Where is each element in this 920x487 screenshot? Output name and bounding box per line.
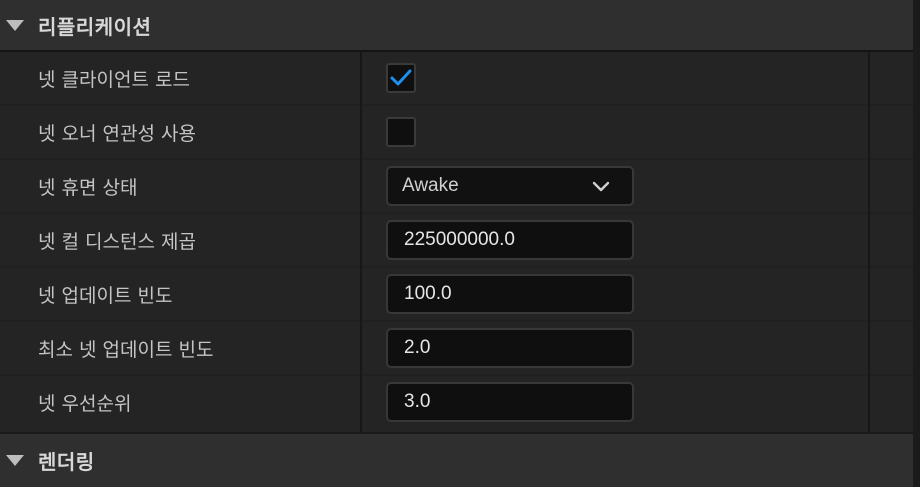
- property-value: [362, 106, 868, 158]
- property-row-net-load-on-client: 넷 클라이언트 로드: [0, 52, 913, 106]
- net-update-frequency-input[interactable]: 100.0: [386, 274, 634, 314]
- column-divider[interactable]: [360, 52, 362, 432]
- property-label: 넷 업데이트 빈도: [38, 284, 173, 307]
- property-label: 넷 오너 연관성 사용: [38, 122, 196, 145]
- property-row-net-use-owner-relevancy: 넷 오너 연관성 사용: [0, 106, 913, 160]
- section-header-rendering[interactable]: 렌더링: [0, 434, 913, 487]
- property-value: 225000000.0: [362, 214, 868, 266]
- property-label: 넷 클라이언트 로드: [38, 68, 190, 91]
- reset-cell: [870, 268, 913, 320]
- net-priority-input[interactable]: 3.0: [386, 382, 634, 422]
- section-header-replication[interactable]: 리플리케이션: [0, 0, 913, 52]
- section-title: 렌더링: [38, 450, 95, 474]
- details-panel: 리플리케이션 넷 클라이언트 로드 넷 오너 연관성 사용 넷 휴면 상태 Aw…: [0, 0, 920, 487]
- scrollbar-track[interactable]: [913, 0, 920, 487]
- expand-arrow-icon[interactable]: [6, 19, 24, 31]
- property-row-min-net-update-frequency: 최소 넷 업데이트 빈도 2.0: [0, 322, 913, 376]
- property-row-net-priority: 넷 우선순위 3.0: [0, 376, 913, 432]
- reset-cell: [870, 52, 913, 104]
- property-label: 넷 컬 디스턴스 제곱: [38, 230, 196, 253]
- section-title: 리플리케이션: [38, 14, 152, 39]
- chevron-down-icon: [592, 181, 610, 191]
- reset-cell: [870, 214, 913, 266]
- property-row-net-cull-distance-squared: 넷 컬 디스턴스 제곱 225000000.0: [0, 214, 913, 268]
- net-dormancy-dropdown[interactable]: Awake: [386, 166, 634, 206]
- reset-cell: [870, 106, 913, 158]
- property-value: [362, 52, 868, 104]
- property-value: 100.0: [362, 268, 868, 320]
- property-row-net-update-frequency: 넷 업데이트 빈도 100.0: [0, 268, 913, 322]
- property-value: 3.0: [362, 376, 868, 428]
- checkmark-icon: [390, 69, 412, 86]
- property-row-net-dormancy: 넷 휴면 상태 Awake: [0, 160, 913, 214]
- net-use-owner-relevancy-checkbox[interactable]: [386, 117, 416, 147]
- expand-arrow-icon[interactable]: [6, 455, 24, 466]
- property-label: 최소 넷 업데이트 빈도: [38, 338, 214, 361]
- net-cull-distance-squared-input[interactable]: 225000000.0: [386, 220, 634, 260]
- reset-cell: [870, 160, 913, 212]
- reset-cell: [870, 322, 913, 374]
- net-load-on-client-checkbox[interactable]: [386, 63, 416, 93]
- property-value: Awake: [362, 160, 868, 212]
- property-label: 넷 휴면 상태: [38, 176, 138, 199]
- column-divider: [868, 52, 870, 432]
- replication-properties: 넷 클라이언트 로드 넷 오너 연관성 사용 넷 휴면 상태 Awake 넷 컬…: [0, 52, 913, 432]
- property-label: 넷 우선순위: [38, 392, 132, 415]
- reset-cell: [870, 376, 913, 428]
- dropdown-selected-value: Awake: [402, 175, 459, 196]
- property-value: 2.0: [362, 322, 868, 374]
- min-net-update-frequency-input[interactable]: 2.0: [386, 328, 634, 368]
